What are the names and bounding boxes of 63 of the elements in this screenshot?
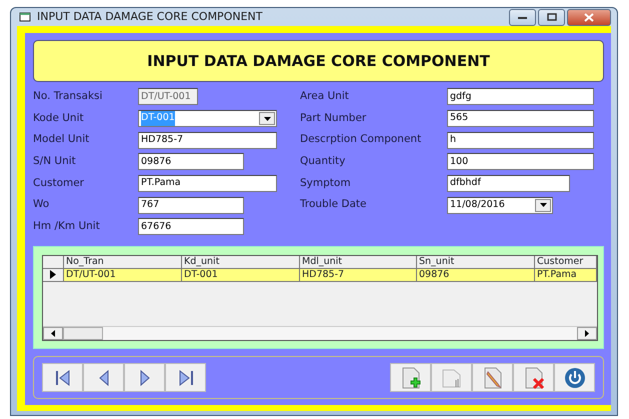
edit-button[interactable] (472, 363, 513, 392)
table-cell: HD785-7 (300, 268, 417, 282)
field-label: S/N Unit (33, 154, 77, 170)
close-button[interactable] (567, 8, 611, 26)
last-record-button[interactable] (165, 363, 206, 392)
input-field[interactable]: 67676 (138, 218, 244, 236)
input-field[interactable]: 565 (447, 110, 594, 128)
field-label: Hm /Km Unit (33, 219, 101, 234)
skip-forward-icon (176, 368, 194, 386)
combo-box[interactable]: 11/08/2016 (447, 196, 553, 214)
field-label: Part Number (300, 110, 368, 126)
scroll-left-button[interactable] (43, 327, 63, 340)
caret-icon (540, 203, 546, 208)
input-field[interactable]: h (447, 132, 594, 149)
column-header[interactable]: No_Tran (64, 256, 182, 268)
field-label: Wo (33, 197, 50, 212)
field-label: Symptom (300, 176, 352, 191)
input-field[interactable]: dfbhdf (447, 175, 570, 192)
next-button[interactable] (124, 363, 165, 392)
close-icon (584, 12, 594, 22)
field-label: Customer (33, 176, 86, 191)
field-label: Kode Unit (33, 110, 85, 126)
maximize-button[interactable] (538, 8, 565, 26)
scroll-right-button[interactable] (577, 327, 597, 340)
form-header: INPUT DATA DAMAGE CORE COMPONENT (33, 40, 604, 82)
field-label: Descrption Component (300, 132, 422, 148)
previous-button[interactable] (83, 363, 124, 392)
field-label: Area Unit (300, 88, 350, 104)
delete-button[interactable] (513, 363, 554, 392)
power-icon (562, 366, 586, 390)
left-arrow-icon (51, 330, 55, 337)
minimize-icon (518, 16, 527, 18)
field-label: Quantity (300, 154, 346, 170)
field-label: Model Unit (33, 132, 90, 148)
input-field[interactable]: 100 (447, 153, 594, 170)
scrollbar-thumb[interactable] (63, 327, 103, 340)
input-field[interactable]: gdfg (447, 88, 594, 106)
column-header[interactable]: Kd_unit (182, 256, 300, 268)
dropdown-button[interactable] (259, 112, 275, 126)
input-field[interactable]: PT.Pama (138, 175, 277, 192)
table-cell: 09876 (417, 268, 535, 282)
field-label: Trouble Date (300, 197, 368, 212)
minimize-button[interactable] (509, 8, 536, 26)
exit-button[interactable] (554, 363, 595, 392)
column-header[interactable]: Customer (535, 256, 597, 268)
column-header[interactable]: Sn_unit (417, 256, 535, 268)
table-cell: DT/UT-001 (64, 268, 182, 282)
input-field[interactable]: HD785-7 (138, 132, 277, 149)
add-button[interactable] (390, 363, 431, 392)
input-field[interactable]: 767 (138, 196, 244, 214)
window-title: INPUT DATA DAMAGE CORE COMPONENT (37, 8, 262, 25)
skip-back-icon (54, 368, 72, 386)
input-field[interactable]: 09876 (138, 153, 244, 170)
caret-icon (264, 116, 270, 121)
right-arrow-icon (585, 330, 589, 337)
table-cell: PT.Pama (535, 268, 597, 282)
column-header[interactable]: Mdl_unit (300, 256, 417, 268)
maximize-icon (546, 13, 556, 21)
table-cell: DT-001 (182, 268, 300, 282)
field-label: No. Transaksi (33, 88, 104, 104)
app-icon (19, 12, 31, 22)
first-record-button[interactable] (42, 363, 83, 392)
dropdown-button[interactable] (535, 198, 551, 212)
